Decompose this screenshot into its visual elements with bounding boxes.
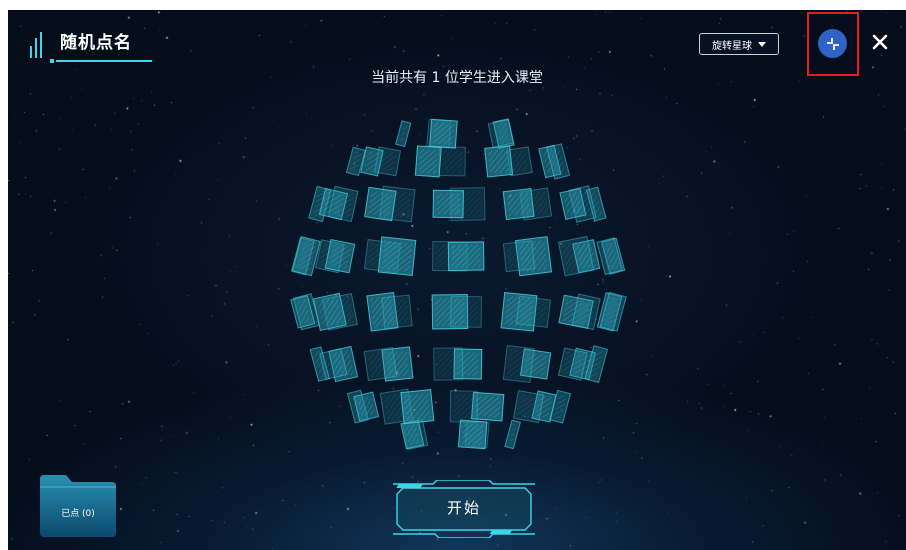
start-button-label: 开始 xyxy=(446,499,481,517)
picked-count-label: 已点 (0) xyxy=(61,509,95,519)
folder-icon xyxy=(40,475,116,537)
globe-tile xyxy=(377,236,417,276)
app-header: 随机点名 xyxy=(30,24,160,64)
globe-tile xyxy=(484,145,514,178)
globe-tile xyxy=(429,118,458,149)
exit-fullscreen-button[interactable] xyxy=(818,29,847,58)
globe-tile xyxy=(447,241,485,272)
globe-tile xyxy=(502,345,535,383)
globe-tile xyxy=(291,236,321,277)
globe-tile xyxy=(512,389,545,424)
student-count-text: 当前共有 1 位学生进入课堂 xyxy=(371,70,543,86)
mode-select-value: 旋转星球 xyxy=(712,40,752,52)
globe-tile xyxy=(381,294,413,330)
rotating-globe xyxy=(290,118,627,450)
globe-tile xyxy=(433,347,464,381)
globe-tile xyxy=(515,295,552,328)
globe-tile xyxy=(400,389,435,425)
globe-tile xyxy=(432,189,464,219)
start-button[interactable]: 开始 xyxy=(393,479,535,539)
globe-tile xyxy=(324,238,356,274)
globe-tile xyxy=(395,120,412,148)
title-underline xyxy=(50,59,152,63)
close-icon xyxy=(872,34,888,50)
close-button[interactable] xyxy=(868,30,892,54)
globe-tile xyxy=(557,235,595,277)
globe-tile xyxy=(363,346,398,382)
globe-tile xyxy=(414,145,442,178)
title-bars-icon xyxy=(30,32,52,58)
globe-tile xyxy=(450,295,483,328)
mode-select[interactable]: 旋转星球 xyxy=(699,33,779,55)
globe-tile xyxy=(364,186,397,222)
globe-tile xyxy=(502,188,535,221)
globe-tile xyxy=(457,419,488,450)
globe-tile xyxy=(504,419,521,450)
globe-tile xyxy=(599,291,627,332)
globe-tile xyxy=(502,240,536,273)
picked-folder[interactable]: 已点 (0) xyxy=(40,473,116,537)
globe-tile xyxy=(438,146,466,177)
app-window: 随机点名 当前共有 1 位学生进入课堂 旋转星球 已点 (0) 开始 xyxy=(8,10,906,550)
globe-tile xyxy=(487,119,514,148)
globe-tile xyxy=(449,390,478,423)
app-title: 随机点名 xyxy=(60,33,132,53)
caret-down-icon xyxy=(758,41,766,47)
compress-arrows-icon xyxy=(826,37,839,50)
globe-tile xyxy=(596,237,623,276)
